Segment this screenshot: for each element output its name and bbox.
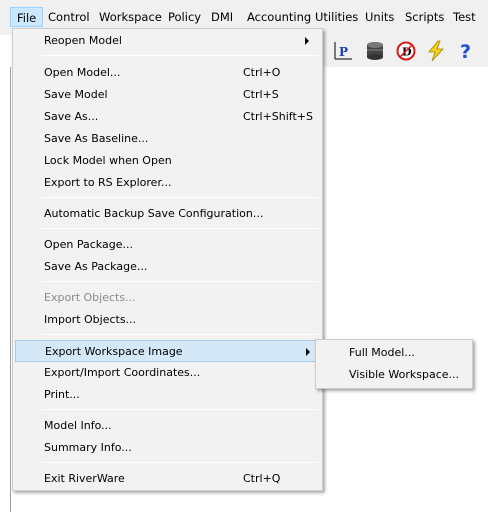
menu-control[interactable]: Control xyxy=(42,7,96,27)
menu-separator xyxy=(42,55,318,56)
help-glyph: ? xyxy=(460,41,471,62)
menu-file[interactable]: File xyxy=(10,7,44,27)
menu-item-shortcut: Ctrl+Shift+S xyxy=(243,110,313,123)
menu-utilities[interactable]: Utilities xyxy=(309,7,364,27)
menu-item-label: Save As Package... xyxy=(44,260,148,273)
menu-scripts[interactable]: Scripts xyxy=(399,7,450,27)
toolbar: P D ? xyxy=(320,35,488,67)
menu-item-summary-info[interactable]: Summary Info... xyxy=(15,437,320,459)
menu-item-label: Exit RiverWare xyxy=(44,472,125,485)
menu-item-label: Automatic Backup Save Configuration... xyxy=(44,207,264,220)
menu-units[interactable]: Units xyxy=(359,7,400,27)
menu-item-automatic-backup[interactable]: Automatic Backup Save Configuration... xyxy=(15,203,320,225)
menu-item-label: Summary Info... xyxy=(44,441,132,454)
menu-accounting[interactable]: Accounting xyxy=(241,7,317,27)
menu-item-label: Save As... xyxy=(44,110,99,123)
menu-item-label: Print... xyxy=(44,388,80,401)
menu-item-label: Model Info... xyxy=(44,419,112,432)
file-menu: Reopen Model Open Model... Ctrl+O Save M… xyxy=(12,28,323,491)
menu-item-save-model[interactable]: Save Model Ctrl+S xyxy=(15,84,320,106)
submenu-item-label: Full Model... xyxy=(349,346,415,359)
menu-policy[interactable]: Policy xyxy=(162,7,207,27)
menu-item-export-import-coordinates[interactable]: Export/Import Coordinates... xyxy=(15,362,320,384)
menu-item-model-info[interactable]: Model Info... xyxy=(15,415,320,437)
menu-separator xyxy=(42,281,318,282)
menu-test[interactable]: Test xyxy=(447,7,482,27)
menu-item-import-objects[interactable]: Import Objects... xyxy=(15,309,320,331)
help-icon[interactable]: ? xyxy=(456,40,478,62)
menu-item-exit-riverware[interactable]: Exit RiverWare Ctrl+Q xyxy=(15,468,320,490)
menu-item-label: Import Objects... xyxy=(44,313,137,326)
dmi-icon[interactable]: D xyxy=(395,40,417,62)
menu-item-open-package[interactable]: Open Package... xyxy=(15,234,320,256)
menu-item-save-as-package[interactable]: Save As Package... xyxy=(15,256,320,278)
submenu-arrow-icon xyxy=(305,37,309,45)
menu-item-shortcut: Ctrl+S xyxy=(243,88,279,101)
menu-separator xyxy=(42,462,318,463)
menu-item-open-model[interactable]: Open Model... Ctrl+O xyxy=(15,62,320,84)
menu-item-lock-model[interactable]: Lock Model when Open xyxy=(15,150,320,172)
menu-separator xyxy=(42,334,318,335)
menu-item-label: Export Workspace Image xyxy=(45,345,183,358)
menu-item-label: Open Package... xyxy=(44,238,133,251)
submenu-item-label: Visible Workspace... xyxy=(349,368,460,381)
menu-item-label: Save Model xyxy=(44,88,108,101)
database-icon[interactable] xyxy=(364,40,386,62)
menu-item-label: Open Model... xyxy=(44,66,121,79)
menu-item-save-as[interactable]: Save As... Ctrl+Shift+S xyxy=(15,106,320,128)
menu-separator xyxy=(42,228,318,229)
menu-item-shortcut: Ctrl+Q xyxy=(243,472,281,485)
menu-separator xyxy=(42,197,318,198)
menu-item-export-rs-explorer[interactable]: Export to RS Explorer... xyxy=(15,172,320,194)
menu-item-reopen-model[interactable]: Reopen Model xyxy=(15,30,320,52)
menu-item-export-objects: Export Objects... xyxy=(15,287,320,309)
menu-item-export-workspace-image[interactable]: Export Workspace Image xyxy=(15,340,320,362)
menu-item-label: Export/Import Coordinates... xyxy=(44,366,201,379)
menu-item-label: Save As Baseline... xyxy=(44,132,149,145)
plot-p-icon[interactable]: P xyxy=(332,40,354,62)
submenu-item-full-model[interactable]: Full Model... xyxy=(318,342,470,364)
menu-item-label: Reopen Model xyxy=(44,34,122,47)
lightning-icon[interactable] xyxy=(425,40,447,62)
submenu-arrow-icon xyxy=(306,348,310,356)
submenu-item-visible-workspace[interactable]: Visible Workspace... xyxy=(318,364,470,386)
menu-separator xyxy=(42,409,318,410)
menu-item-shortcut: Ctrl+O xyxy=(243,66,281,79)
plot-p-glyph: P xyxy=(339,45,348,59)
menu-workspace[interactable]: Workspace xyxy=(93,7,168,27)
menu-item-save-as-baseline[interactable]: Save As Baseline... xyxy=(15,128,320,150)
menu-item-print[interactable]: Print... xyxy=(15,384,320,406)
menu-item-label: Lock Model when Open xyxy=(44,154,172,167)
menu-dmi[interactable]: DMI xyxy=(205,7,239,27)
menu-item-label: Export Objects... xyxy=(44,291,136,304)
export-workspace-image-submenu: Full Model... Visible Workspace... xyxy=(315,339,473,389)
menu-item-label: Export to RS Explorer... xyxy=(44,176,172,189)
